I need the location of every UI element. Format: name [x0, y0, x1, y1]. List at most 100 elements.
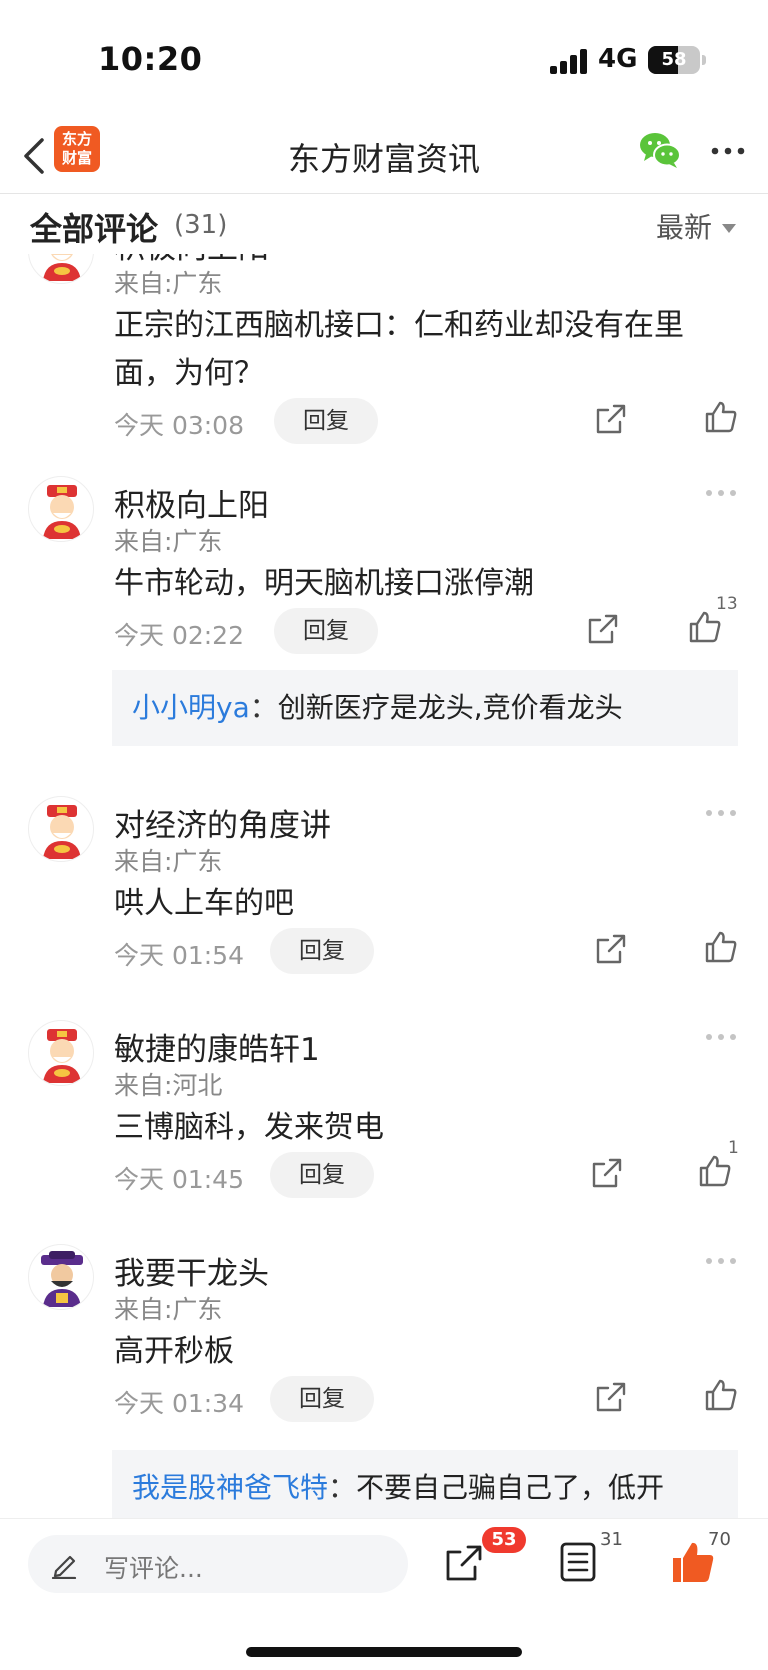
- like-button[interactable]: [704, 930, 738, 964]
- share-icon: [446, 1545, 482, 1581]
- reply-button[interactable]: 回复: [274, 398, 378, 444]
- comment-item: 对经济的角度讲 来自:广东 哄人上车的吧 今天 01:54 回复: [0, 796, 768, 1020]
- battery-percent: 58: [661, 49, 687, 70]
- network-type: 4G: [598, 44, 638, 74]
- home-indicator: [246, 1647, 522, 1657]
- reply-button[interactable]: 回复: [270, 1152, 374, 1198]
- share-button[interactable]: [594, 932, 628, 966]
- caret-down-icon[interactable]: [722, 224, 736, 233]
- comment-location: 来自:广东: [114, 847, 223, 876]
- signal-icon: [550, 48, 590, 74]
- comment-list-icon: [560, 1542, 596, 1582]
- sub-reply-user[interactable]: 小小明ya: [132, 691, 250, 724]
- more-options-icon[interactable]: [706, 1258, 736, 1268]
- fortune-god-avatar-icon: [43, 1029, 81, 1083]
- share-button[interactable]: [444, 1543, 484, 1583]
- like-button[interactable]: [704, 400, 738, 434]
- comment-location: 来自:河北: [114, 1071, 223, 1100]
- comment-username[interactable]: 我要干龙头: [114, 1248, 269, 1293]
- sub-reply-colon: ：: [328, 1471, 357, 1504]
- avatar[interactable]: [28, 476, 94, 542]
- share-icon: [592, 1158, 622, 1188]
- thumb-up-icon: [699, 1155, 731, 1187]
- comment-text[interactable]: 正宗的江西脑机接口：仁和药业却没有在里面，为何？: [114, 302, 734, 398]
- status-time: 10:20: [98, 40, 203, 78]
- more-options-icon[interactable]: [706, 490, 736, 500]
- thumb-up-icon: [705, 1379, 737, 1411]
- avatar[interactable]: [28, 1020, 94, 1086]
- comment-time: 今天 03:08: [114, 411, 244, 440]
- sub-reply-text: 创新医疗是龙头,竞价看龙头: [277, 691, 623, 724]
- share-button[interactable]: [594, 402, 628, 436]
- thumb-up-icon: [705, 931, 737, 963]
- comment-time: 今天 01:54: [114, 941, 244, 970]
- like-count: 1: [728, 1138, 739, 1158]
- comment-item: 我要干龙头 来自:广东 高开秒板 今天 01:34 回复 我是股神爸飞特：不要自…: [0, 1244, 768, 1518]
- comment-location: 来自:广东: [114, 269, 223, 298]
- sub-reply-colon: ：: [249, 691, 278, 724]
- comment-item: 积极向上阳 来自:广东 正宗的江西脑机接口：仁和药业却没有在里面，为何？ 今天 …: [0, 254, 768, 450]
- comments-count: (31): [174, 210, 228, 240]
- reply-button[interactable]: 回复: [270, 928, 374, 974]
- wechat-share-button[interactable]: [638, 130, 682, 170]
- comments-count-label: 31: [600, 1529, 623, 1550]
- wechat-icon: [640, 133, 681, 168]
- comment-time: 今天 01:45: [114, 1165, 244, 1194]
- share-button[interactable]: [594, 1380, 628, 1414]
- comment-time: 今天 01:34: [114, 1389, 244, 1418]
- share-button[interactable]: [590, 1156, 624, 1190]
- comment-location: 来自:广东: [114, 527, 223, 556]
- share-icon: [596, 934, 626, 964]
- comments-header: 全部评论 (31) 最新: [0, 194, 768, 254]
- comment-username[interactable]: 敏捷的康皓轩1: [114, 1024, 320, 1069]
- comment-time: 今天 02:22: [114, 621, 244, 650]
- pencil-icon: [50, 1549, 78, 1580]
- reply-button[interactable]: 回复: [270, 1376, 374, 1422]
- comments-title: 全部评论: [30, 210, 159, 248]
- sort-dropdown[interactable]: 最新: [656, 206, 712, 246]
- fortune-god-avatar-icon: [43, 805, 81, 859]
- share-icon: [596, 404, 626, 434]
- comment-input[interactable]: 写评论...: [28, 1535, 408, 1593]
- bottom-bar: 写评论... 53 31 70: [0, 1518, 768, 1670]
- like-count: 13: [716, 594, 738, 614]
- more-options-icon[interactable]: [706, 1034, 736, 1044]
- nav-bar: 东方 财富 东方财富资讯: [0, 120, 768, 194]
- fortune-god-avatar-icon: [43, 254, 81, 281]
- battery-icon: 58: [648, 46, 700, 74]
- sub-reply[interactable]: 小小明ya：创新医疗是龙头,竞价看龙头: [112, 670, 738, 746]
- avatar[interactable]: [28, 254, 94, 284]
- comment-item: 敏捷的康皓轩1 来自:河北 三博脑科，发来贺电 今天 01:45 回复 1: [0, 1020, 768, 1244]
- like-button[interactable]: [704, 1378, 738, 1412]
- avatar[interactable]: [28, 796, 94, 862]
- share-icon: [596, 1382, 626, 1412]
- comment-username[interactable]: 积极向上阳: [114, 480, 269, 525]
- avatar[interactable]: [28, 1244, 94, 1310]
- comment-list[interactable]: 积极向上阳 来自:广东 正宗的江西脑机接口：仁和药业却没有在里面，为何？ 今天 …: [0, 254, 768, 1518]
- comment-text[interactable]: 哄人上车的吧: [114, 880, 734, 928]
- more-icon: [711, 147, 745, 155]
- official-avatar-icon: [41, 1251, 83, 1307]
- more-options-icon[interactable]: [706, 810, 736, 820]
- sub-reply[interactable]: 我是股神爸飞特：不要自己骗自己了，低开: [112, 1450, 738, 1518]
- battery-tip: [702, 55, 706, 65]
- comment-text[interactable]: 高开秒板: [114, 1328, 734, 1376]
- fortune-god-avatar-icon: [43, 485, 81, 539]
- sub-reply-text: 不要自己骗自己了，低开: [356, 1471, 665, 1504]
- thumb-up-icon: [705, 401, 737, 433]
- comment-input-placeholder: 写评论...: [104, 1554, 203, 1583]
- thumb-up-icon: [689, 611, 721, 643]
- comment-username[interactable]: 对经济的角度讲: [114, 800, 331, 845]
- sub-reply-user[interactable]: 我是股神爸飞特: [132, 1471, 328, 1504]
- share-icon: [588, 614, 618, 644]
- share-button[interactable]: [586, 612, 620, 646]
- comment-text[interactable]: 牛市轮动，明天脑机接口涨停潮: [114, 560, 734, 608]
- like-button[interactable]: [698, 1154, 732, 1188]
- reply-button[interactable]: 回复: [274, 608, 378, 654]
- like-button[interactable]: [688, 610, 722, 644]
- comment-text[interactable]: 三博脑科，发来贺电: [114, 1104, 734, 1152]
- status-bar: 10:20 4G 58: [0, 0, 768, 120]
- more-button[interactable]: [708, 136, 748, 166]
- comment-location: 来自:广东: [114, 1295, 223, 1324]
- comments-button[interactable]: [558, 1541, 598, 1583]
